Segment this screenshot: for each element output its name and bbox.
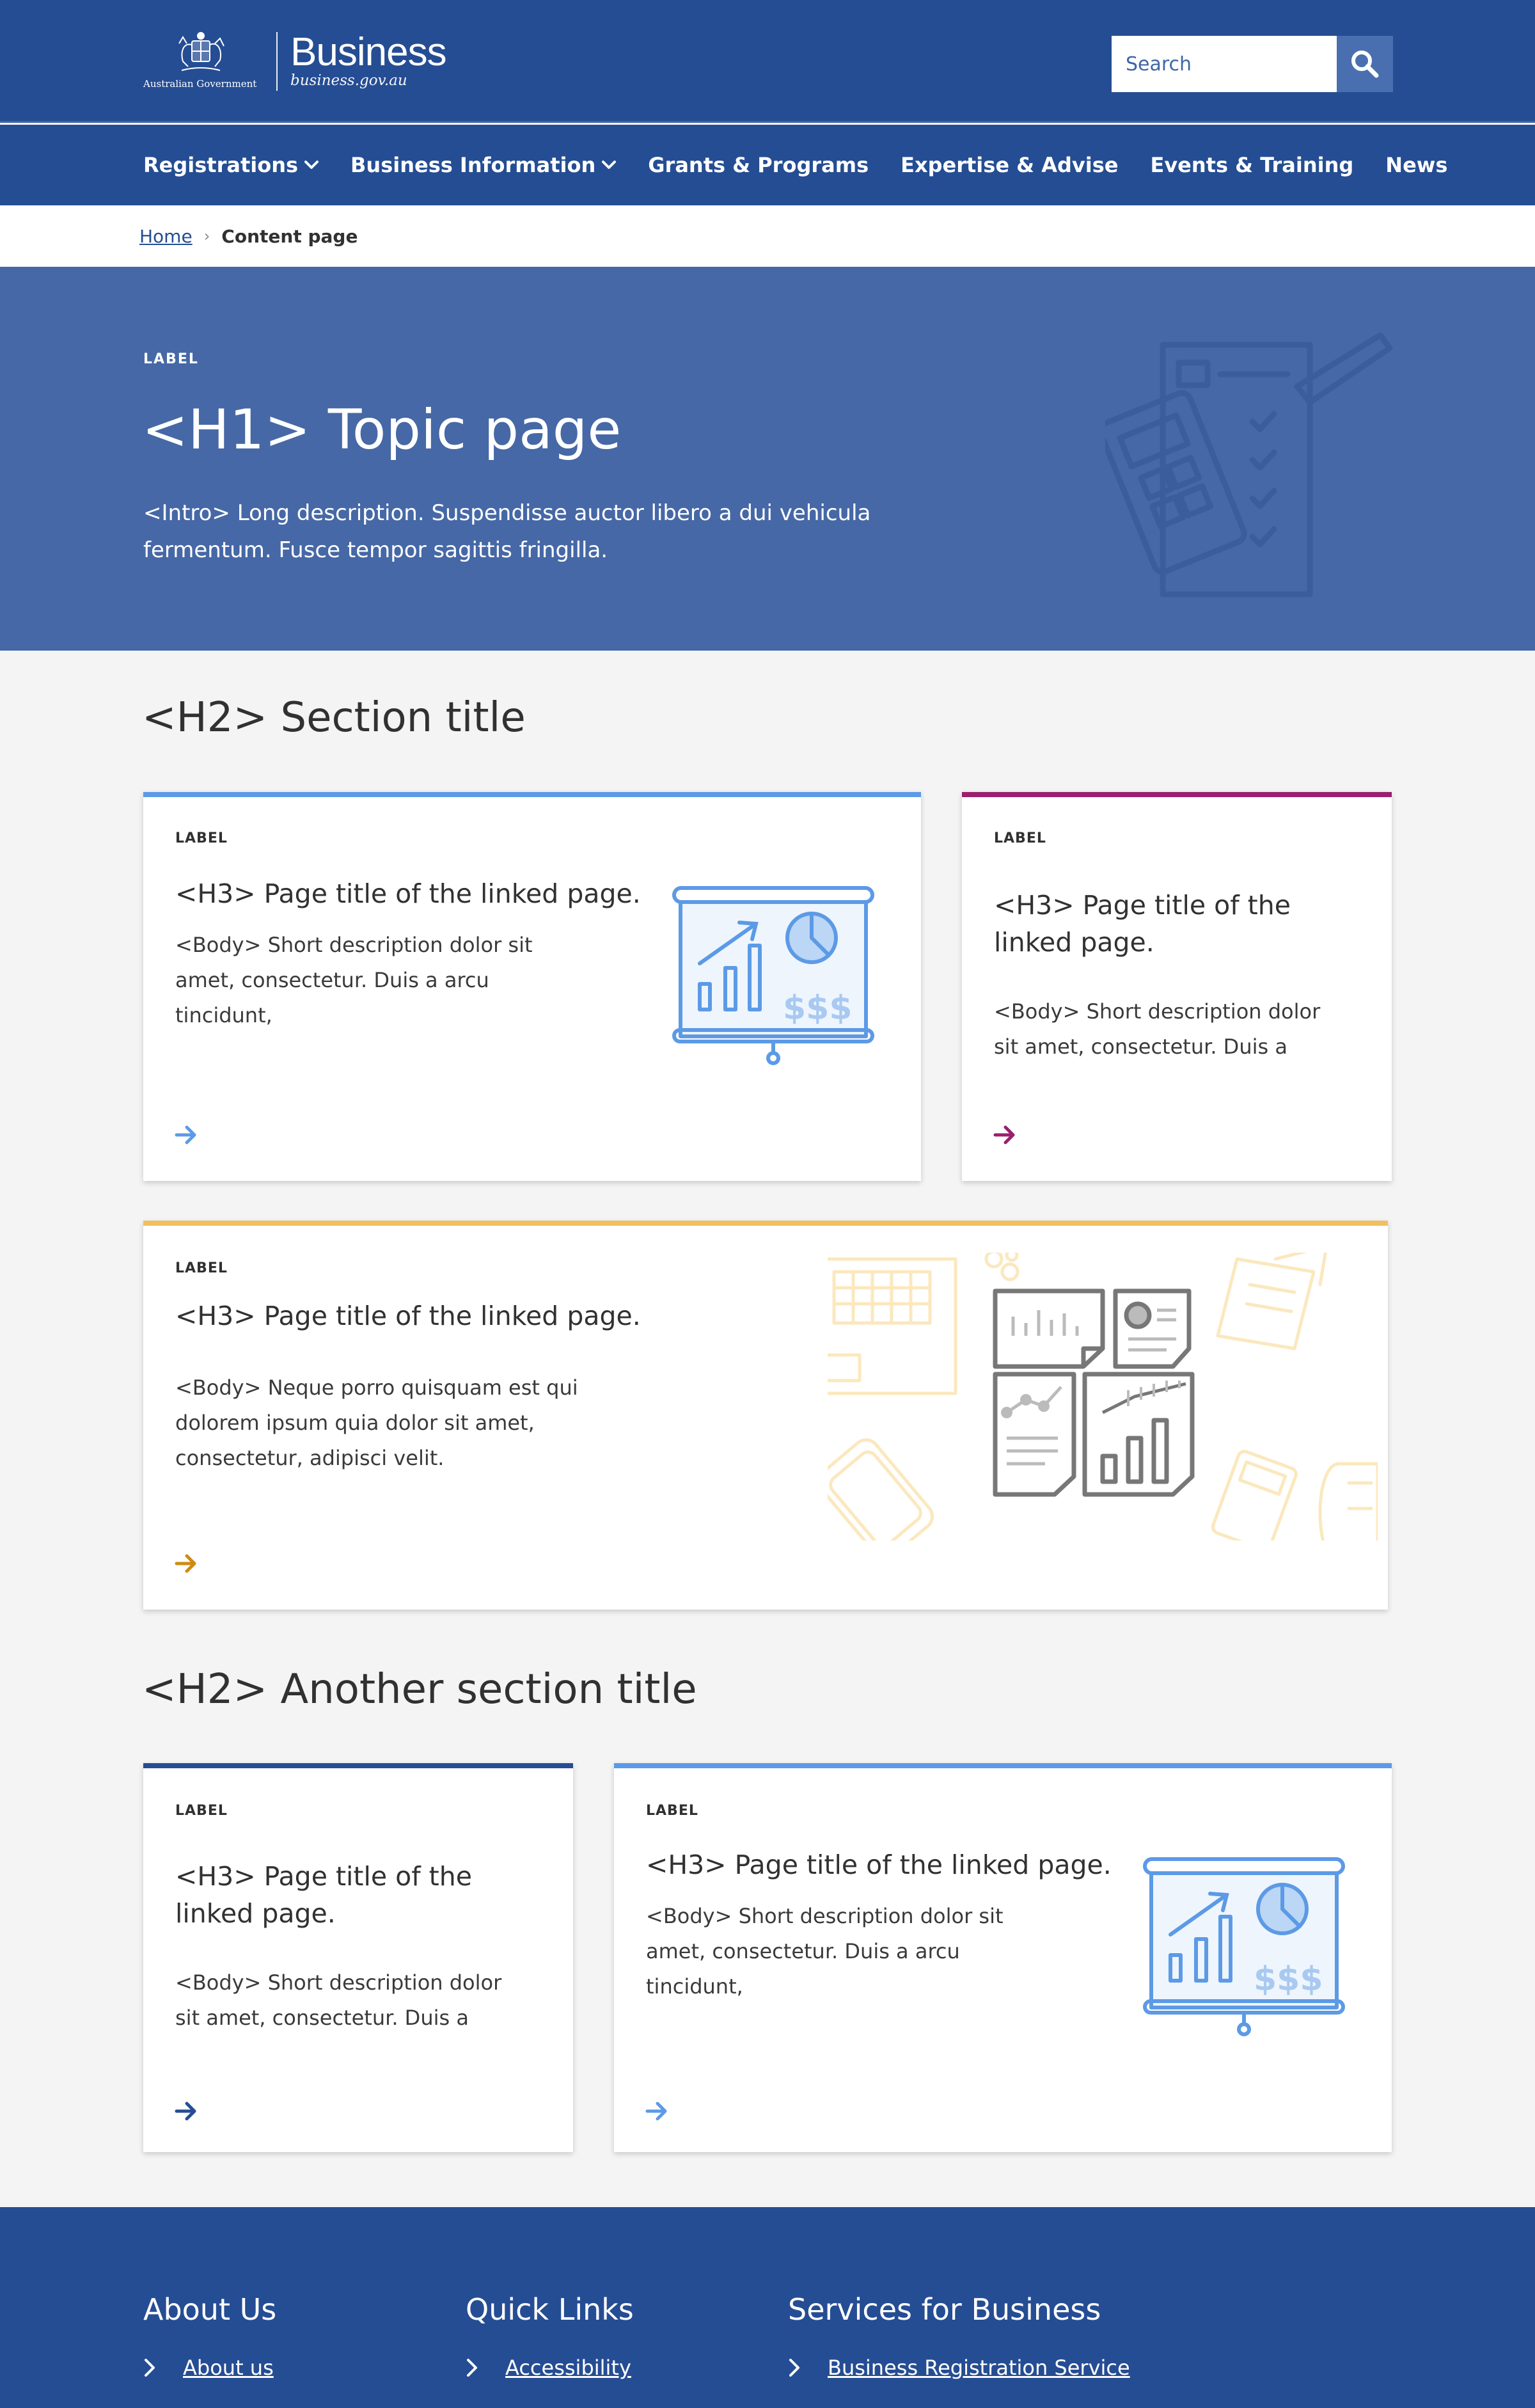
- reports-illustration: [828, 1253, 1378, 1541]
- site-header: Australian Government Business business.…: [0, 0, 1535, 123]
- search-input[interactable]: [1112, 36, 1337, 92]
- presentation-chart-illustration: $$$: [672, 886, 874, 1065]
- card-body: <Body> Neque porro quisquam est qui dolo…: [175, 1375, 578, 1470]
- arrow-right-icon: [175, 1125, 196, 1145]
- nav-item-events-training[interactable]: Events & Training: [1150, 153, 1353, 177]
- nav-item-business-information[interactable]: Business Information: [350, 153, 617, 177]
- presentation-chart-illustration: $$$: [1143, 1857, 1345, 2036]
- card-body: <Body> Short description dolor sit amet,…: [646, 1904, 1004, 1999]
- footer-column: Quick Links Accessibility: [466, 2292, 634, 2380]
- brand-url: business.gov.au: [290, 72, 407, 89]
- card-label: LABEL: [175, 1803, 228, 1819]
- card-title: <H3> Page title of the linked page.: [175, 1861, 472, 1929]
- gov-name: Australian Government: [143, 78, 257, 90]
- chevron-down-icon: [602, 161, 617, 169]
- breadcrumb-home-link[interactable]: Home: [139, 226, 193, 247]
- nav-item-label: Registrations: [143, 153, 299, 177]
- chevron-right-icon: [467, 2359, 477, 2377]
- brand-block: Business business.gov.au: [290, 30, 447, 90]
- footer-heading: Quick Links: [466, 2292, 634, 2327]
- footer-heading: Services for Business: [788, 2292, 1101, 2327]
- card-label: LABEL: [175, 1260, 228, 1276]
- content-card[interactable]: LABEL <H3> Page title of the linked page…: [143, 1763, 573, 2152]
- brand-title: Business: [290, 30, 447, 74]
- hero-label: LABEL: [143, 351, 199, 367]
- nav-item-grants-programs[interactable]: Grants & Programs: [648, 153, 869, 177]
- footer-link[interactable]: About us: [143, 2356, 276, 2380]
- hero-intro: <Intro> Long description. Suspendisse au…: [143, 500, 871, 563]
- nav-item-news[interactable]: News: [1385, 153, 1447, 177]
- arrow-right-icon: [993, 1125, 1015, 1145]
- chevron-right-icon: [789, 2359, 799, 2377]
- nav-item-registrations[interactable]: Registrations: [143, 153, 319, 177]
- card-accent-bar: [143, 1763, 573, 1768]
- chevron-down-icon: [304, 161, 319, 169]
- breadcrumb-current: Content page: [221, 225, 358, 247]
- coat-of-arms-icon: [178, 32, 224, 71]
- nav-item-expertise-advise[interactable]: Expertise & Advise: [901, 153, 1118, 177]
- card-accent-bar: [962, 792, 1392, 797]
- search-icon: [1351, 51, 1379, 78]
- breadcrumb: Home › Content page: [0, 205, 1535, 267]
- government-crest: Australian Government: [143, 31, 264, 92]
- footer-link-label: About us: [183, 2356, 274, 2380]
- nav-list: Registrations Business Information Grants …: [143, 125, 1479, 205]
- site-footer: About Us About us Quick Links Accessibility…: [0, 2207, 1535, 2408]
- card-body: <Body> Short description dolor sit amet,…: [994, 999, 1321, 1059]
- footer-link-label: Business Registration Service: [828, 2356, 1130, 2380]
- footer-link[interactable]: Accessibility: [466, 2356, 634, 2380]
- breadcrumb-separator-icon: ›: [203, 227, 210, 245]
- footer-column: About Us About us: [143, 2292, 276, 2380]
- arrow-right-icon: [175, 2102, 196, 2121]
- nav-item-label: News: [1385, 153, 1448, 177]
- svg-text:$$$: $$$: [1254, 1960, 1323, 1999]
- card-label: LABEL: [646, 1803, 698, 1819]
- content-card[interactable]: LABEL <H3> Page title of the linked page…: [143, 792, 921, 1181]
- search-button[interactable]: [1337, 36, 1393, 92]
- card-title: <H3> Page title of the linked page.: [175, 878, 641, 909]
- footer-column: Services for Business Business Registrati…: [788, 2292, 1130, 2380]
- checklist-calculator-illustration: [1105, 332, 1393, 598]
- logo-divider: [276, 32, 278, 91]
- card-title: <H3> Page title of the linked page.: [994, 890, 1291, 958]
- nav-item-label: Expertise & Advise: [901, 153, 1119, 177]
- arrow-right-icon: [175, 1554, 196, 1573]
- nav-item-label: Events & Training: [1150, 153, 1354, 177]
- footer-heading: About Us: [143, 2292, 277, 2327]
- page-title: <H1> Topic page: [142, 398, 622, 462]
- site-logo[interactable]: Australian Government Business business.…: [143, 30, 447, 92]
- card-accent-bar: [143, 1221, 1388, 1226]
- card-label: LABEL: [175, 830, 228, 846]
- card-accent-bar: [614, 1763, 1392, 1768]
- arrow-right-icon: [645, 2102, 667, 2121]
- section-title: <H2> Section title: [142, 694, 526, 741]
- main-navigation: Registrations Business Information Grants …: [0, 125, 1535, 205]
- hero-banner: LABEL <H1> Topic page <Intro> Long descr…: [0, 267, 1535, 651]
- card-label: LABEL: [994, 830, 1046, 846]
- featured-content-card[interactable]: LABEL <H3> Page title of the linked page…: [143, 1221, 1388, 1610]
- nav-item-label: Grants & Programs: [648, 153, 869, 177]
- section-title: <H2> Another section title: [142, 1666, 697, 1713]
- card-accent-bar: [143, 792, 921, 797]
- footer-link-label: Accessibility: [505, 2356, 631, 2380]
- card-title: <H3> Page title of the linked page.: [646, 1850, 1112, 1880]
- chevron-right-icon: [145, 2359, 155, 2377]
- footer-link[interactable]: Business Registration Service: [788, 2356, 1130, 2380]
- card-body: <Body> Short description dolor sit amet,…: [175, 1970, 502, 2030]
- svg-text:$$$: $$$: [783, 989, 853, 1027]
- nav-item-label: Business Information: [350, 153, 596, 177]
- search-bar: [1112, 36, 1393, 92]
- content-card[interactable]: LABEL <H3> Page title of the linked page…: [962, 792, 1392, 1181]
- card-body: <Body> Short description dolor sit amet,…: [175, 933, 533, 1027]
- content-card[interactable]: LABEL <H3> Page title of the linked page…: [614, 1763, 1392, 2152]
- card-title: <H3> Page title of the linked page.: [175, 1301, 641, 1331]
